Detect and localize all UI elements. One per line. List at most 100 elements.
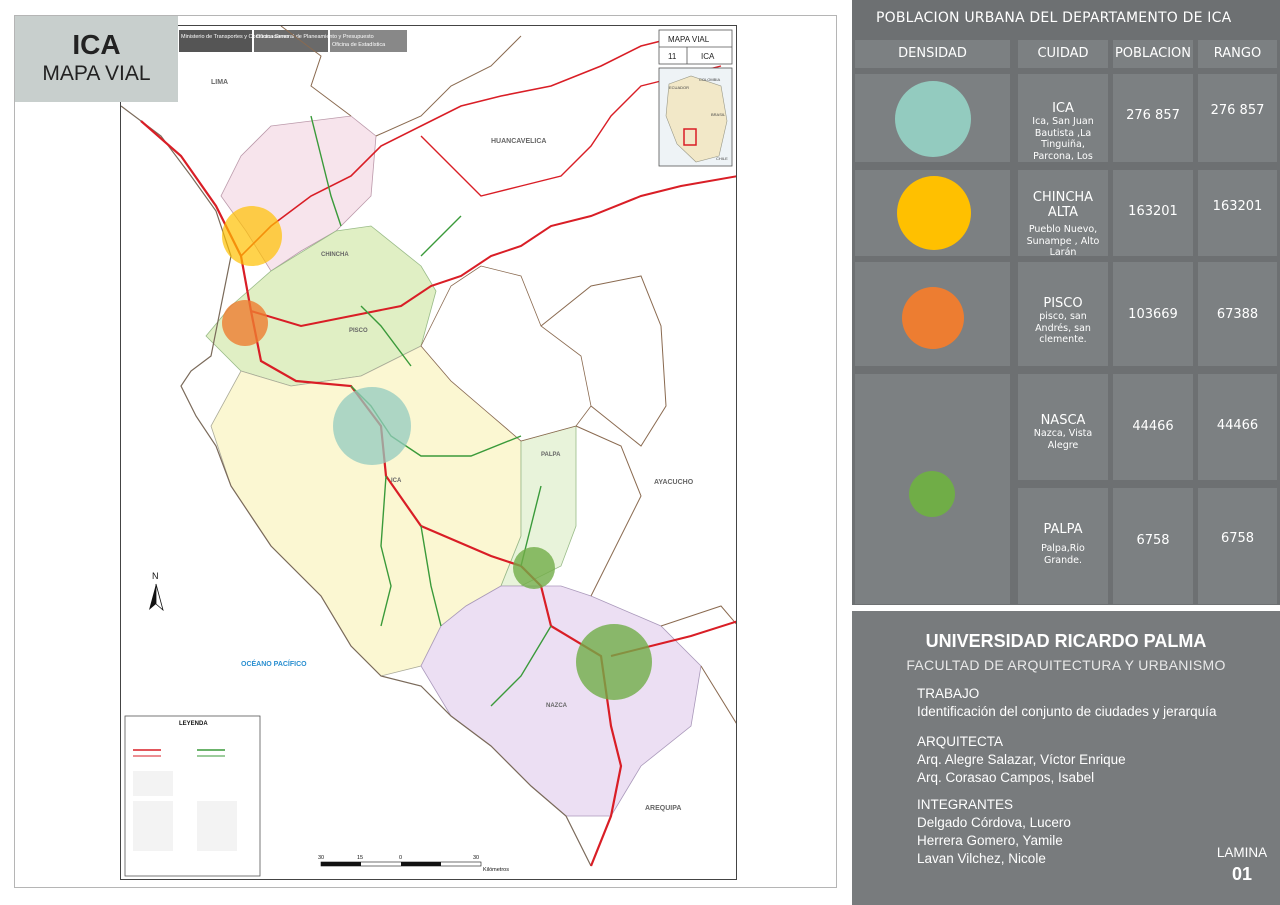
work-label: TRABAJO <box>917 686 980 701</box>
population-pisco: 103669 <box>1128 307 1178 322</box>
population-cell-pisco: 103669 <box>1113 262 1193 366</box>
label-ocean: OCÉANO PACÍFICO <box>241 659 307 668</box>
city-name-palpa: PALPA <box>1043 522 1083 537</box>
population-ica: 276 857 <box>1126 108 1180 123</box>
population-cell-palpa: 6758 <box>1113 488 1193 604</box>
nasca-circle <box>576 624 652 700</box>
density-cell-ica <box>855 74 1010 162</box>
nazca-province <box>420 585 702 817</box>
city-name-nasca: NASCA <box>1040 413 1086 428</box>
inset-number: 11 <box>668 52 677 61</box>
sheet-number: 01 <box>1231 864 1253 884</box>
city-detail-ica: Ica, San Juan Bautista ,La Tinguiña, Par… <box>1032 116 1094 162</box>
map-subtitle: MAPA VIAL <box>42 62 151 85</box>
chincha-circle <box>222 206 282 266</box>
label-ica: ICA <box>391 478 402 484</box>
population-cell-chincha: 163201 <box>1113 170 1193 256</box>
member-1: Delgado Córdova, Lucero <box>917 815 1071 830</box>
north-label: N <box>152 571 159 581</box>
pisco-circle <box>222 300 268 346</box>
rank-cell-ica: 276 857 <box>1198 74 1277 162</box>
population-cell-ica: 276 857 <box>1113 74 1193 162</box>
logo-text-3: Oficina de Estadística <box>332 42 386 48</box>
label-huancavelica: HUANCAVELICA <box>491 138 546 145</box>
city-cell-palpa: PALPA Palpa,Rio Grande. <box>1018 488 1108 604</box>
rank-cell-nasca: 44466 <box>1198 374 1277 480</box>
info-panel: POBLACION URBANA DEL DEPARTAMENTO DE ICA… <box>852 0 1280 905</box>
population-chincha: 163201 <box>1128 204 1178 219</box>
col-header-city: CUIDAD <box>1018 40 1108 68</box>
member-3: Lavan Vilchez, Nicole <box>917 851 1046 866</box>
label-arequipa: AREQUIPA <box>645 805 681 812</box>
university-name: UNIVERSIDAD RICARDO PALMA <box>925 631 1207 651</box>
rank-palpa: 6758 <box>1220 531 1255 546</box>
palpa-circle <box>513 547 555 589</box>
faculty-name: FACULTAD DE ARQUITECTURA Y URBANISMO <box>906 657 1226 673</box>
label-palpa: PALPA <box>541 452 561 458</box>
city-cell-nasca: NASCA Nazca, Vista Alegre <box>1018 374 1108 480</box>
city-name-ica: ICA <box>1052 101 1074 116</box>
north-arrow-half <box>155 583 164 612</box>
ica-circle <box>333 387 411 465</box>
density-circle-pisco <box>902 287 964 349</box>
architect-2: Arq. Corasao Campos, Isabel <box>917 770 1095 785</box>
city-cell-ica: ICA Ica, San Juan Bautista ,La Tinguiña,… <box>1018 74 1108 162</box>
members-label: INTEGRANTES <box>917 797 1014 812</box>
label-lima: LIMA <box>211 79 228 86</box>
city-name-chincha: CHINCHA ALTA <box>1032 190 1094 220</box>
scale-tick-0: 30 <box>318 855 324 861</box>
work-title: Identificación del conjunto de ciudades … <box>917 704 1217 719</box>
architect-1: Arq. Alegre Salazar, Víctor Enrique <box>917 752 1126 767</box>
city-name-pisco: PISCO <box>1043 296 1083 311</box>
label-ayacucho: AYACUCHO <box>654 479 694 486</box>
architect-label: ARQUITECTA <box>917 734 1004 749</box>
city-detail-pisco: pisco, san Andrés, san clemente. <box>1035 311 1091 345</box>
rank-cell-palpa: 6758 <box>1198 488 1277 604</box>
city-detail-chincha: Pueblo Nuevo, Sunampe , Alto Larán <box>1026 224 1100 256</box>
population-nasca: 44466 <box>1132 419 1174 434</box>
population-cell-nasca: 44466 <box>1113 374 1193 480</box>
col-header-population: POBLACION <box>1113 40 1193 68</box>
map-drawing: Ministerio de Transportes y Comunicacion… <box>121 26 736 877</box>
inset-region: ICA <box>701 52 715 61</box>
rank-nasca: 44466 <box>1216 418 1259 433</box>
density-cell-pisco <box>855 262 1010 366</box>
city-detail-nasca: Nazca, Vista Alegre <box>1033 428 1093 451</box>
col-header-density: DENSIDAD <box>855 40 1010 68</box>
scale-tick-1: 15 <box>357 855 363 861</box>
rank-cell-pisco: 67388 <box>1198 262 1277 366</box>
scale-unit: Kilómetros <box>483 867 509 873</box>
rank-chincha: 163201 <box>1212 199 1263 214</box>
density-cell-nasca-palpa <box>855 374 1010 604</box>
rank-ica: 276 857 <box>1210 103 1265 118</box>
city-cell-pisco: PISCO pisco, san Andrés, san clemente. <box>1018 262 1108 366</box>
scale-tick-2: 0 <box>399 855 402 861</box>
density-circle-chincha <box>897 176 971 250</box>
sheet-label: LAMINA <box>1216 845 1268 860</box>
density-circle-nasca <box>909 471 955 517</box>
label-nazca: NAZCA <box>546 703 568 709</box>
city-cell-chincha: CHINCHA ALTA Pueblo Nuevo, Sunampe , Alt… <box>1018 170 1108 256</box>
city-detail-palpa: Palpa,Rio Grande. <box>1041 543 1085 566</box>
rank-cell-chincha: 163201 <box>1198 170 1277 256</box>
scale-tick-3: 30 <box>473 855 479 861</box>
table-heading: POBLACION URBANA DEL DEPARTAMENTO DE ICA <box>876 10 1232 26</box>
logo-text-2: Oficina General de Planeamiento y Presup… <box>256 34 374 40</box>
inset-country-colombia: COLOMBIA <box>699 77 720 82</box>
legend-title: LEYENDA <box>179 721 208 727</box>
population-palpa: 6758 <box>1136 533 1170 548</box>
density-cell-chincha <box>855 170 1010 256</box>
col-header-rank: RANGO <box>1198 40 1277 68</box>
map-title: ICA <box>72 29 121 60</box>
rank-pisco: 67388 <box>1216 307 1259 322</box>
inset-country-brasil: BRASIL <box>711 112 726 117</box>
label-pisco: PISCO <box>349 328 368 334</box>
inset-label: MAPA VIAL <box>668 35 710 44</box>
member-2: Herrera Gomero, Yamile <box>917 833 1063 848</box>
inset-country-chile: CHILE <box>716 156 728 161</box>
density-circle-ica <box>895 81 971 157</box>
north-arrow-icon <box>149 584 156 610</box>
label-chincha: CHINCHA <box>321 252 349 258</box>
road-map: Ministerio de Transportes y Comunicacion… <box>120 25 737 880</box>
map-title-box: ICA MAPA VIAL <box>15 16 178 102</box>
